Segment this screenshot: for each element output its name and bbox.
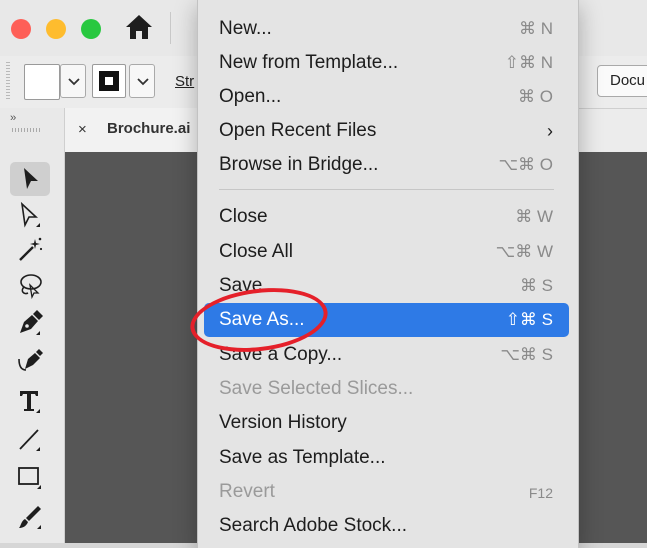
menu-item-save-selected-slices: Save Selected Slices... bbox=[204, 372, 569, 406]
home-icon[interactable] bbox=[124, 12, 154, 42]
menu-item-label: Version History bbox=[219, 412, 347, 433]
chevron-down-icon bbox=[137, 78, 149, 86]
menu-item-close[interactable]: Close ⌘ W bbox=[204, 200, 569, 234]
menu-item-label: Close All bbox=[219, 241, 293, 262]
control-bar-grip[interactable] bbox=[6, 62, 10, 100]
stroke-dropdown-button[interactable] bbox=[129, 64, 155, 98]
stroke-color-swatch[interactable] bbox=[92, 64, 126, 98]
menu-item-version-history[interactable]: Version History bbox=[204, 406, 569, 440]
menu-item-search-adobe-stock[interactable]: Search Adobe Stock... bbox=[204, 509, 569, 543]
menu-item-save-as-template[interactable]: Save as Template... bbox=[204, 441, 569, 475]
lasso-tool-icon[interactable] bbox=[10, 268, 50, 302]
rectangle-tool-icon[interactable] bbox=[10, 460, 50, 494]
direct-selection-tool-icon[interactable] bbox=[10, 198, 50, 232]
menu-item-browse-in-bridge[interactable]: Browse in Bridge... ⌥⌘ O bbox=[204, 148, 569, 182]
tools-panel-grip[interactable] bbox=[12, 128, 40, 132]
chevron-down-icon bbox=[68, 78, 80, 86]
stroke-swatch-inner bbox=[105, 77, 113, 85]
line-segment-tool-icon[interactable] bbox=[10, 422, 50, 456]
magic-wand-tool-icon[interactable] bbox=[10, 232, 50, 266]
document-tab-title: Brochure.ai bbox=[107, 120, 191, 137]
type-tool-icon[interactable] bbox=[10, 384, 50, 418]
menu-item-open[interactable]: Open... ⌘ O bbox=[204, 80, 569, 114]
menu-item-label: Browse in Bridge... bbox=[219, 154, 379, 175]
menu-item-shortcut: ⌘ N bbox=[519, 19, 553, 38]
menu-item-shortcut: ⌥⌘ O bbox=[498, 155, 553, 174]
stroke-panel-link[interactable]: Str bbox=[175, 73, 194, 90]
menu-item-shortcut: ⇧⌘ S bbox=[505, 310, 553, 329]
close-document-icon[interactable]: × bbox=[78, 121, 87, 138]
minimize-window-button[interactable] bbox=[46, 19, 66, 39]
titlebar-divider bbox=[170, 12, 171, 44]
menu-item-shortcut: ⌘ S bbox=[519, 276, 553, 295]
panel-collapse-icon[interactable]: ›› bbox=[10, 112, 16, 124]
file-menu: New... ⌘ N New from Template... ⇧⌘ N Ope… bbox=[197, 0, 579, 548]
menu-item-close-all[interactable]: Close All ⌥⌘ W bbox=[204, 235, 569, 269]
chevron-right-icon: › bbox=[547, 121, 553, 141]
menu-item-shortcut: ⌥⌘ S bbox=[500, 345, 553, 364]
fill-dropdown-button[interactable] bbox=[60, 64, 86, 98]
selection-tool-icon[interactable] bbox=[10, 162, 50, 196]
menu-item-new-from-template[interactable]: New from Template... ⇧⌘ N bbox=[204, 46, 569, 80]
menu-item-revert: Revert F12 bbox=[204, 475, 569, 509]
menu-item-new[interactable]: New... ⌘ N bbox=[204, 12, 569, 46]
menu-item-label: Save as Template... bbox=[219, 447, 386, 468]
fill-color-swatch[interactable] bbox=[24, 64, 60, 100]
curvature-tool-icon[interactable] bbox=[10, 342, 50, 376]
menu-separator bbox=[219, 189, 554, 190]
paintbrush-tool-icon[interactable] bbox=[10, 500, 50, 534]
menu-item-shortcut: ⌥⌘ W bbox=[495, 242, 553, 261]
menu-item-open-recent-files[interactable]: Open Recent Files › bbox=[204, 114, 569, 148]
pen-tool-icon[interactable] bbox=[10, 306, 50, 340]
menu-item-label: Open... bbox=[219, 86, 282, 107]
zoom-window-button[interactable] bbox=[81, 19, 101, 39]
close-window-button[interactable] bbox=[11, 19, 31, 39]
stroke-swatch-outer bbox=[99, 71, 119, 91]
menu-item-shortcut: ⇧⌘ N bbox=[504, 53, 553, 72]
document-setup-button[interactable]: Docu bbox=[597, 65, 647, 97]
menu-item-label: New... bbox=[219, 18, 272, 39]
menu-item-shortcut: ⌘ O bbox=[518, 87, 553, 106]
menu-item-label: New from Template... bbox=[219, 52, 399, 73]
menu-item-shortcut: F12 bbox=[528, 485, 553, 501]
menu-item-label: Open Recent Files bbox=[219, 120, 377, 141]
menu-item-shortcut: ⌘ W bbox=[515, 207, 553, 226]
menu-item-label: Revert bbox=[219, 481, 275, 502]
menu-item-label: Close bbox=[219, 206, 268, 227]
menu-item-label: Save Selected Slices... bbox=[219, 378, 414, 399]
menu-item-label: Search Adobe Stock... bbox=[219, 515, 408, 536]
